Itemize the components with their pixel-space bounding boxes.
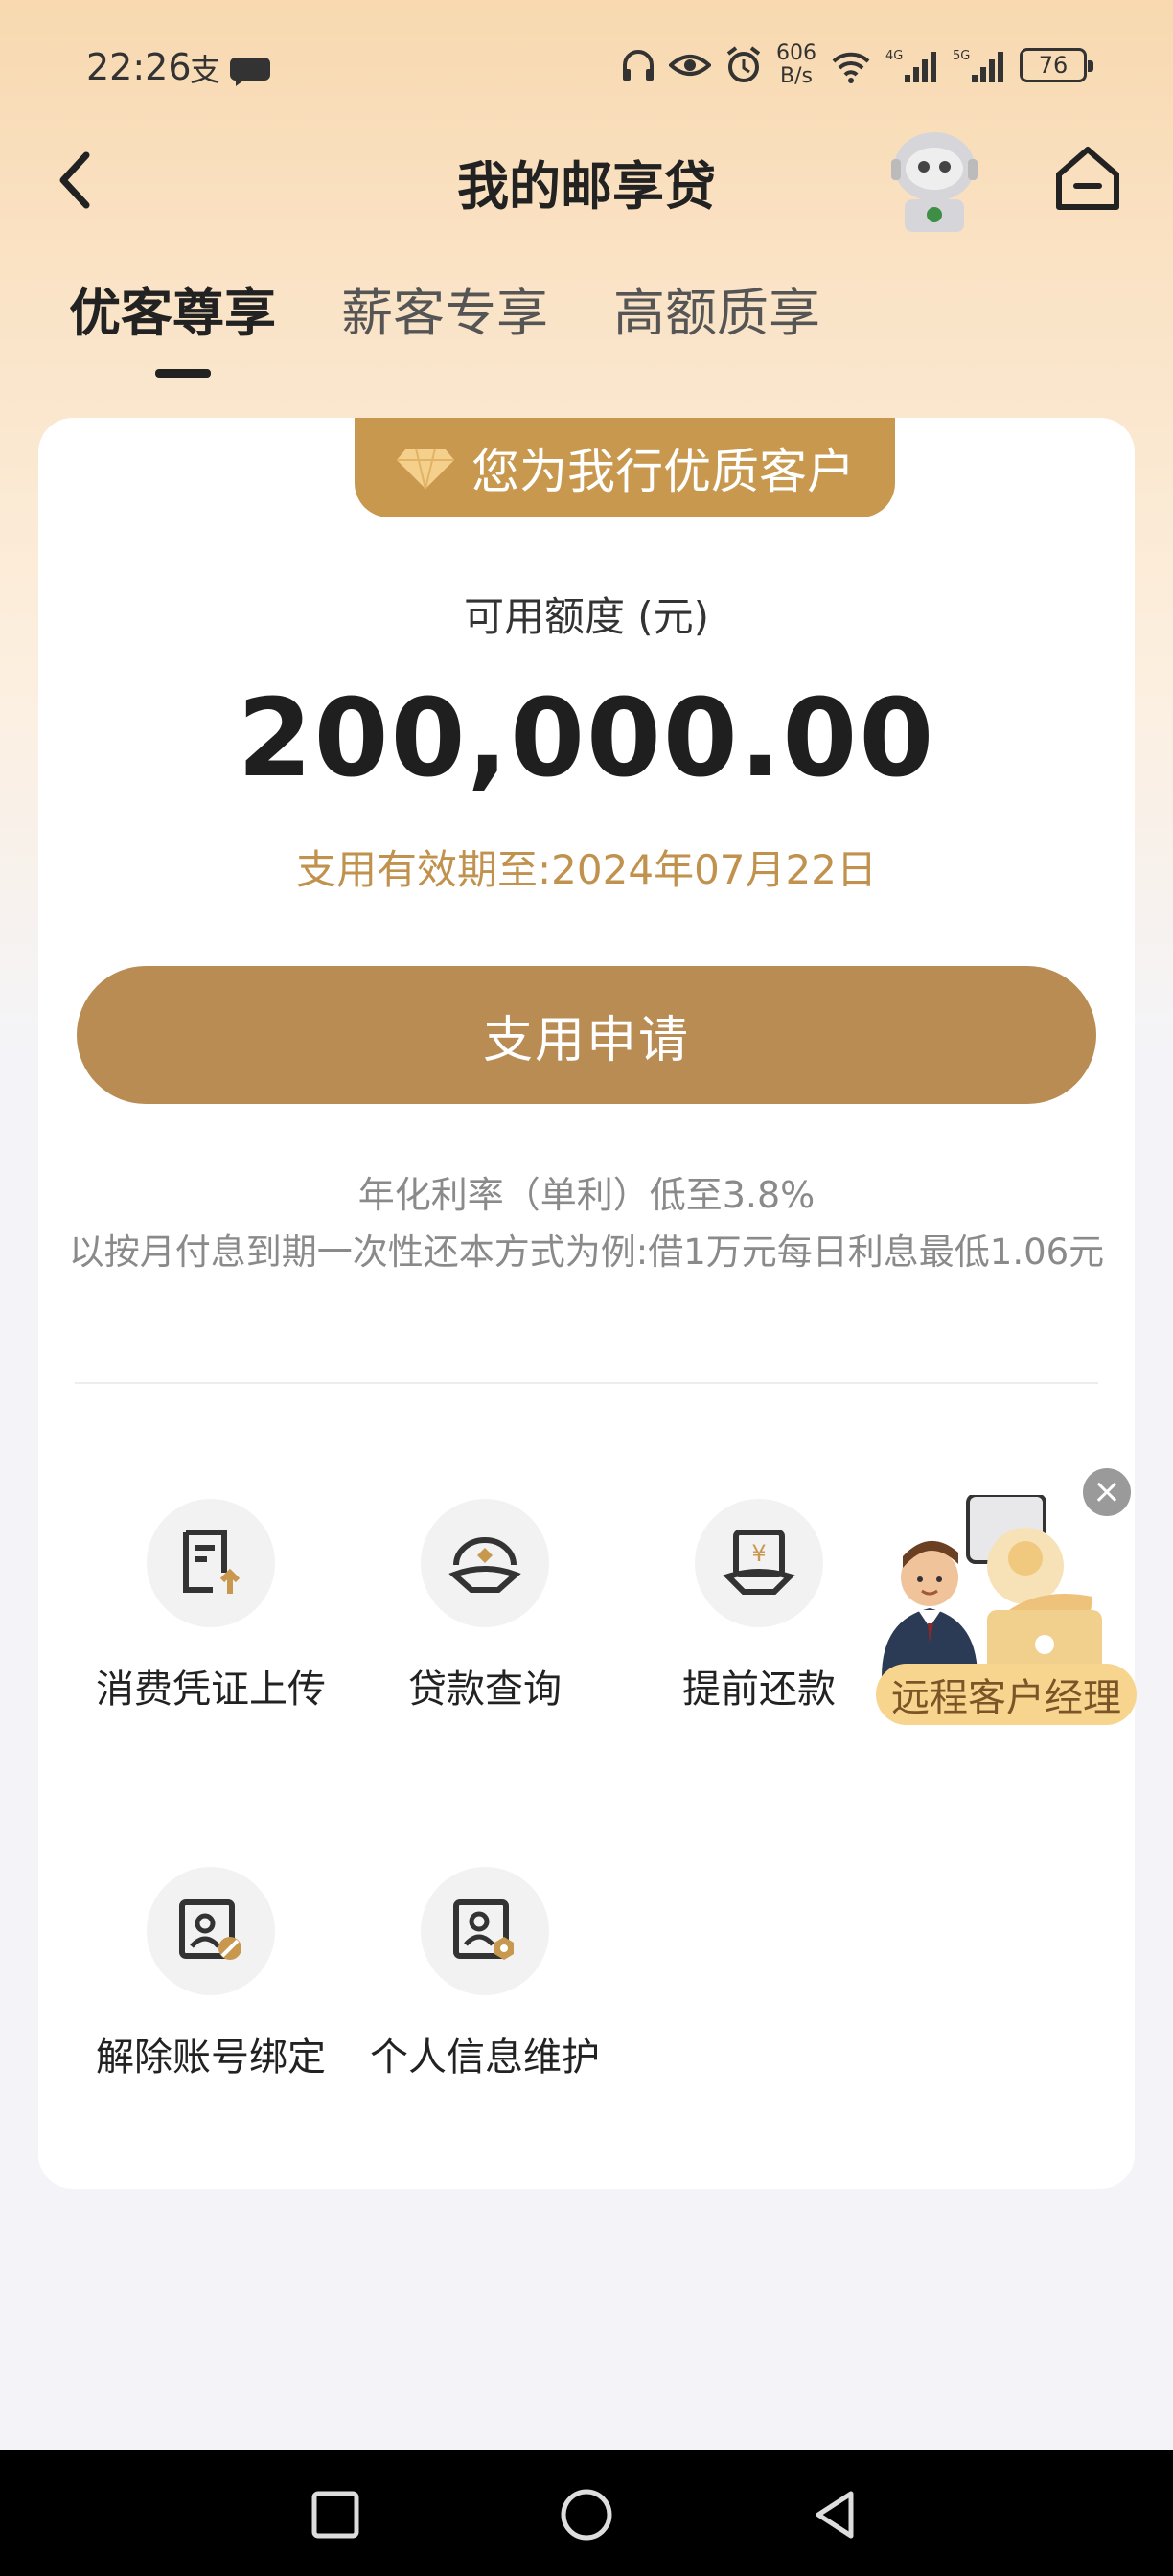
badge-text: 您为我行优质客户 <box>472 444 855 499</box>
credit-amount: 200,000.00 <box>237 677 936 801</box>
personal-info-icon <box>421 1867 549 1995</box>
battery-icon: 76 <box>1020 48 1093 82</box>
signal-4g-icon: 4G <box>886 49 936 82</box>
svg-text:4G: 4G <box>886 49 903 63</box>
feature-loan-query[interactable]: 贷款查询 <box>341 1499 629 1714</box>
alipay-chat-icon: 支 <box>190 52 270 88</box>
validity-date: 支用有效期至:2024年07月22日 <box>296 846 877 893</box>
active-tab-indicator <box>155 369 211 378</box>
page-title: 我的邮享贷 <box>457 156 716 217</box>
headphones-icon <box>623 50 654 80</box>
loan-card: 您为我行优质客户 可用额度 (元) 200,000.00 支用有效期至:2024… <box>38 418 1135 2189</box>
header: 我的邮享贷 <box>0 125 1173 232</box>
svg-text:¥: ¥ <box>751 1540 766 1567</box>
tab-bar: 优客尊享 薪客专享 高额质享 <box>69 270 820 346</box>
svg-text:支: 支 <box>190 52 220 88</box>
wifi-icon <box>832 52 870 83</box>
eye-icon <box>669 55 711 76</box>
feature-label: 解除账号绑定 <box>96 2036 326 2080</box>
manager-avatar-icon <box>882 1493 1102 1677</box>
interest-example: 以按月付息到期一次性还本方式为例:借1万元每日利息最低1.06元 <box>68 1231 1105 1273</box>
status-time: 22:26 <box>86 46 192 88</box>
home-button[interactable] <box>1049 140 1126 217</box>
divider <box>75 1382 1098 1384</box>
square-icon <box>311 2491 359 2539</box>
feature-label: 提前还款 <box>682 1668 836 1712</box>
unbind-account-icon <box>147 1867 275 1995</box>
triangle-back-icon <box>816 2491 854 2539</box>
early-repayment-icon: ¥ <box>695 1499 823 1627</box>
feature-label: 个人信息维护 <box>370 2036 600 2080</box>
interest-rate: 年化利率（单利）低至3.8% <box>357 1174 816 1216</box>
tab-youke[interactable]: 优客尊享 <box>69 270 276 346</box>
diamond-icon <box>397 448 454 490</box>
feature-unbind-account[interactable]: 解除账号绑定 <box>67 1867 355 2082</box>
close-icon[interactable]: × <box>1083 1468 1131 1516</box>
signal-5g-icon: 5G <box>953 49 1003 82</box>
status-bar: 22:26 支 606 B/s 4G 5G 76 <box>0 0 1173 134</box>
home-nav-button[interactable] <box>558 2486 615 2543</box>
feature-personal-info[interactable]: 个人信息维护 <box>341 1867 629 2082</box>
feature-early-repayment[interactable]: ¥ 提前还款 <box>615 1499 903 1714</box>
recent-apps-button[interactable] <box>307 2486 364 2543</box>
feature-label: 贷款查询 <box>408 1668 562 1712</box>
circle-icon <box>561 2489 612 2541</box>
tab-xinke[interactable]: 薪客专享 <box>341 270 548 346</box>
apply-button[interactable]: 支用申请 <box>77 966 1096 1104</box>
tab-gaoe[interactable]: 高额质享 <box>613 270 820 346</box>
feature-voucher-upload[interactable]: 消费凭证上传 <box>67 1499 355 1714</box>
home-icon <box>1056 147 1119 210</box>
system-navigation-bar <box>0 2450 1173 2576</box>
notification-icons: 支 <box>190 50 276 96</box>
status-right-icons: 606 B/s 4G 5G 76 <box>621 41 1093 88</box>
loan-query-icon <box>421 1499 549 1627</box>
remote-manager-label[interactable]: 远程客户经理 <box>876 1664 1137 1725</box>
credit-label: 可用额度 (元) <box>463 593 710 640</box>
svg-text:5G: 5G <box>953 49 970 63</box>
feature-label: 消费凭证上传 <box>96 1668 326 1712</box>
document-upload-icon <box>147 1499 275 1627</box>
robot-assistant-icon[interactable] <box>882 125 987 240</box>
network-speed: 606 B/s <box>776 41 816 88</box>
premium-customer-badge: 您为我行优质客户 <box>355 418 895 518</box>
back-nav-button[interactable] <box>807 2486 864 2543</box>
alarm-icon <box>726 46 761 82</box>
